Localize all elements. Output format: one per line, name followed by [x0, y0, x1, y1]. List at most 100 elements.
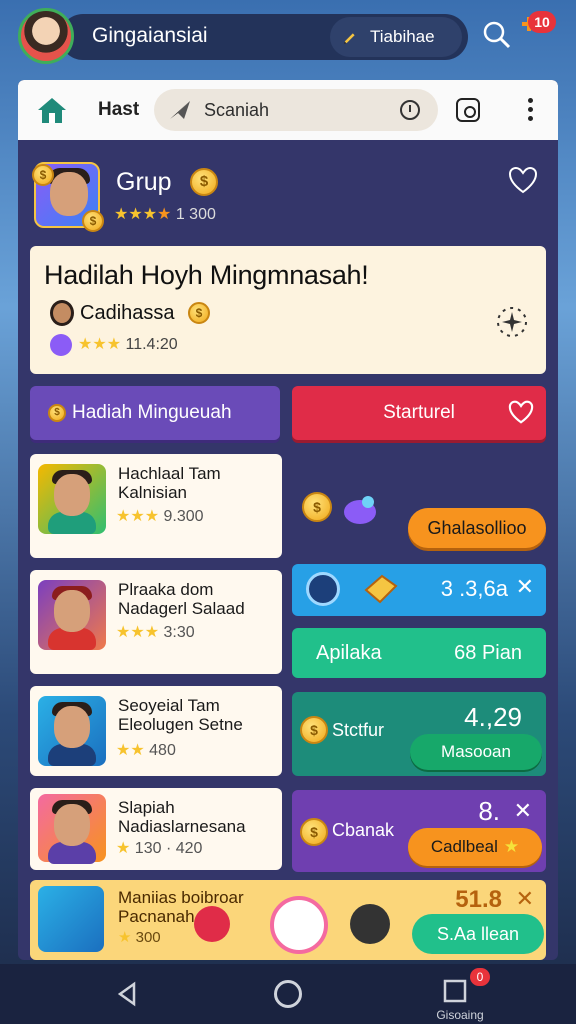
record-icon[interactable]: [194, 906, 230, 942]
strip-value: 300: [135, 929, 161, 946]
recent-apps-icon[interactable]: [442, 976, 470, 1004]
card-stars: ★★★: [116, 508, 160, 525]
banner-meta: ★★★ 11.4:20: [50, 334, 178, 356]
back-icon[interactable]: [114, 980, 142, 1008]
start-label: Starturel: [383, 402, 455, 423]
card-value: 9.300: [163, 508, 204, 525]
card-stars: ★: [116, 840, 131, 857]
badge-icon: [50, 334, 72, 356]
card-rating: ★ 130 · 420: [116, 838, 202, 858]
purple-reward-card[interactable]: $ Cbanak 8. ✕ Cadlbeal ★: [292, 790, 546, 872]
strip-thumbnail: [38, 886, 104, 952]
main-panel: Hast Scaniah $ $ Grup $ ★★★★ 1 300 Hadil…: [18, 80, 558, 960]
claim-weekly-reward-button[interactable]: $ Hadiah Mingueuah: [30, 386, 280, 440]
banner-user-name: Cadihassa: [80, 302, 175, 324]
teal-value: 4.,29: [464, 702, 522, 732]
coin-icon: $: [82, 210, 104, 232]
list-item[interactable]: Slapiah Nadiaslarnesana ★ 130 · 420: [30, 788, 282, 870]
strip-stars: ★: [118, 929, 132, 946]
camera-icon[interactable]: [456, 98, 480, 122]
top-header: Gingaiansiai Tiabihae 10: [0, 0, 576, 72]
purple-value: 8.: [478, 796, 500, 826]
list-item[interactable]: Seoyeial Tam Eleolugen Setne ★★ 480: [30, 686, 282, 776]
star-icon: ★: [503, 837, 520, 856]
green-right-label: 68 Pian: [454, 642, 522, 664]
app-title: Gingaiansiai: [92, 24, 208, 47]
close-icon[interactable]: ✕: [514, 798, 532, 824]
banner-title: Hadilah Hoyh Mingmnasah!: [44, 260, 369, 290]
blue-reward-card[interactable]: 3 .3,6a ✕: [292, 564, 546, 616]
send-arrow-icon: [170, 101, 190, 119]
navbar: Hast Scaniah: [18, 80, 558, 140]
recent-badge: 0: [470, 968, 490, 986]
card-value: 480: [149, 742, 176, 759]
rating-star-half: ★: [157, 206, 172, 223]
system-nav-bar: 0 Gisoaing: [0, 964, 576, 1024]
coin-icon: $: [48, 404, 66, 422]
coin-icon: $: [302, 492, 332, 522]
card-rating: ★★★ 9.300: [116, 506, 204, 526]
coin-icon: $: [32, 164, 54, 186]
reward-banner[interactable]: Hadilah Hoyh Mingmnasah! Cadihassa $ ★★★…: [30, 246, 546, 374]
home-nav-icon[interactable]: [274, 980, 302, 1008]
purple-label: Cbanak: [332, 820, 395, 840]
green-plan-card[interactable]: Apilaka 68 Pian: [292, 628, 546, 678]
orb-icon: [306, 572, 340, 606]
heart-icon: [508, 400, 534, 424]
reward-items-row: $ Ghalasollioo: [292, 480, 546, 550]
leaf-icon[interactable]: [350, 904, 390, 944]
coin-icon: $: [188, 302, 210, 324]
card-stars: ★★★: [116, 624, 160, 641]
promo-strip[interactable]: Maniias boibroar Pacnanah ★ 300 51.8 ✕ S…: [30, 880, 546, 960]
ticket-icon: [364, 574, 398, 604]
strip-value-right: 51.8: [455, 886, 502, 913]
search-bar[interactable]: Scaniah: [154, 89, 438, 131]
card-value: 130 · 420: [134, 840, 203, 857]
sparkle-icon: [497, 307, 527, 337]
close-icon[interactable]: ✕: [516, 574, 534, 600]
ghalaso-button[interactable]: Ghalasollioo: [408, 508, 546, 548]
sa-llean-button[interactable]: S.Aa llean: [412, 914, 544, 954]
card-value: 3:30: [163, 624, 195, 641]
rating-stars: ★★★: [114, 206, 158, 223]
card-thumbnail: [38, 794, 106, 864]
card-title: Hachlaal Tam Kalnisian: [118, 464, 221, 502]
center-action-button[interactable]: [270, 896, 328, 954]
teal-reward-card[interactable]: $ Stctfur 4.,29 Masooan: [292, 692, 546, 776]
card-title: Seoyeial Tam Eleolugen Setne: [118, 696, 243, 734]
cadlbeal-button[interactable]: Cadlbeal ★: [408, 828, 542, 866]
start-button[interactable]: Starturel: [292, 386, 546, 440]
card-rating: ★★ 480: [116, 740, 176, 760]
more-vert-icon[interactable]: [518, 98, 542, 124]
pencil-icon: [343, 33, 355, 45]
search-placeholder: Scaniah: [204, 100, 270, 120]
list-item[interactable]: Plraaka dom Nadagerl Salaad ★★★ 3:30: [30, 570, 282, 674]
clock-icon[interactable]: [400, 100, 420, 120]
card-rating: ★★★ 3:30: [116, 622, 195, 642]
heart-icon[interactable]: [508, 166, 538, 194]
search-icon[interactable]: [482, 20, 512, 50]
nav-label[interactable]: Hast: [98, 99, 139, 121]
profile-avatar[interactable]: [18, 8, 74, 64]
home-icon[interactable]: [36, 96, 68, 124]
group-rating: ★★★★ 1 300: [114, 204, 216, 224]
mode-button[interactable]: Tiabihae: [330, 17, 462, 57]
meta-stars: ★★★: [78, 336, 122, 354]
mode-label: Tiabihae: [370, 27, 435, 46]
card-thumbnail: [38, 580, 106, 650]
strip-rating: ★ 300: [118, 928, 161, 946]
user-avatar: [50, 300, 74, 326]
close-icon[interactable]: ✕: [516, 886, 534, 912]
blue-value: 3 .3,6a: [440, 576, 508, 601]
coin-icon: $: [300, 818, 328, 846]
rocket-icon: [344, 496, 376, 524]
masooan-button[interactable]: Masooan: [410, 734, 542, 770]
card-title: Plraaka dom Nadagerl Salaad: [118, 580, 245, 618]
banner-meta-value: 11.4:20: [125, 336, 178, 354]
coin-icon: $: [190, 168, 218, 196]
list-item[interactable]: Hachlaal Tam Kalnisian ★★★ 9.300: [30, 454, 282, 558]
cadlbeal-label: Cadlbeal: [430, 837, 498, 856]
teal-label: Stctfur: [332, 720, 385, 740]
notification-badge: 10: [528, 11, 556, 33]
nav-caption: Gisoaing: [436, 1008, 484, 1022]
